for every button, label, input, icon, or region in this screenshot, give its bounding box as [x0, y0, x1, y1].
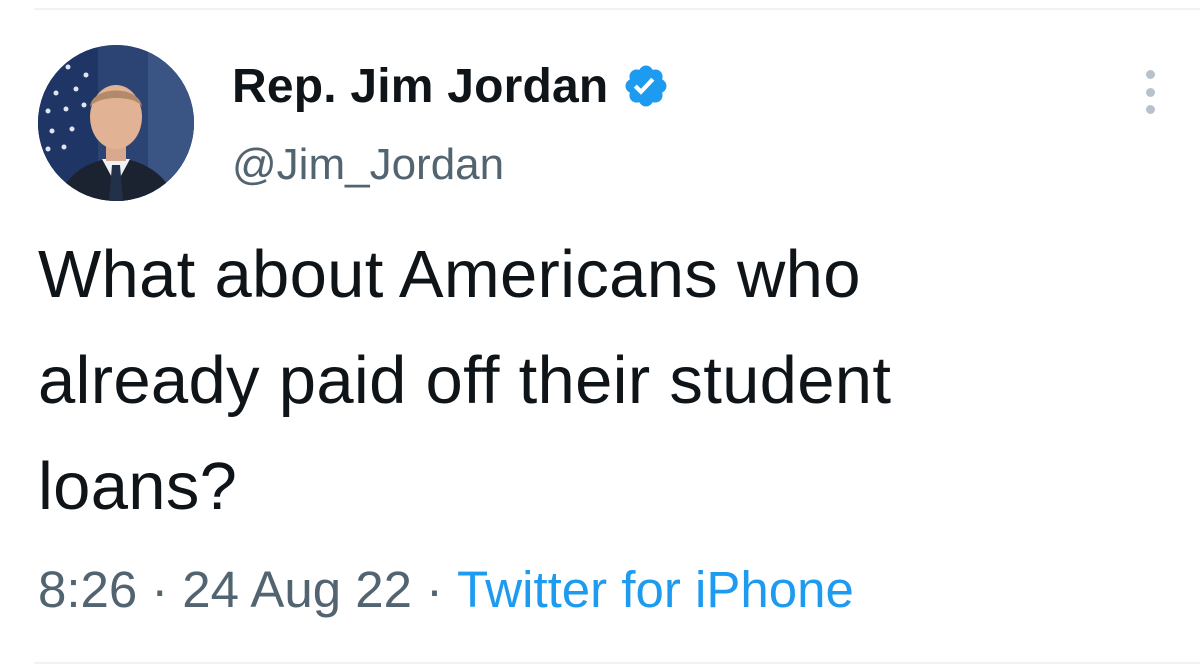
bottom-divider: [34, 662, 1200, 664]
avatar-photo: [38, 45, 194, 201]
tweet-meta: 8:26 · 24 Aug 22 · Twitter for iPhone: [38, 560, 854, 619]
meta-separator: ·: [425, 561, 443, 618]
avatar[interactable]: [38, 45, 194, 201]
tweet-date[interactable]: 24 Aug 22: [182, 560, 412, 619]
meta-separator: ·: [151, 561, 169, 618]
more-dot: [1145, 87, 1155, 97]
top-divider: [34, 8, 1200, 10]
more-dots-vertical-icon: [1145, 70, 1155, 79]
more-options-button[interactable]: [1136, 70, 1164, 114]
verified-badge-icon: [622, 62, 670, 110]
tweet-time[interactable]: 8:26: [38, 560, 137, 619]
author-display-name[interactable]: Rep. Jim Jordan: [232, 59, 608, 114]
more-dot: [1145, 105, 1155, 114]
author-handle[interactable]: @Jim_Jordan: [232, 140, 504, 190]
tweet-text: What about Americans who already paid of…: [38, 237, 892, 524]
tweet-source-link[interactable]: Twitter for iPhone: [457, 560, 854, 619]
author-name-row[interactable]: Rep. Jim Jordan: [232, 54, 670, 118]
tweet-card: Rep. Jim Jordan @Jim_Jordan What about A…: [0, 0, 1200, 667]
